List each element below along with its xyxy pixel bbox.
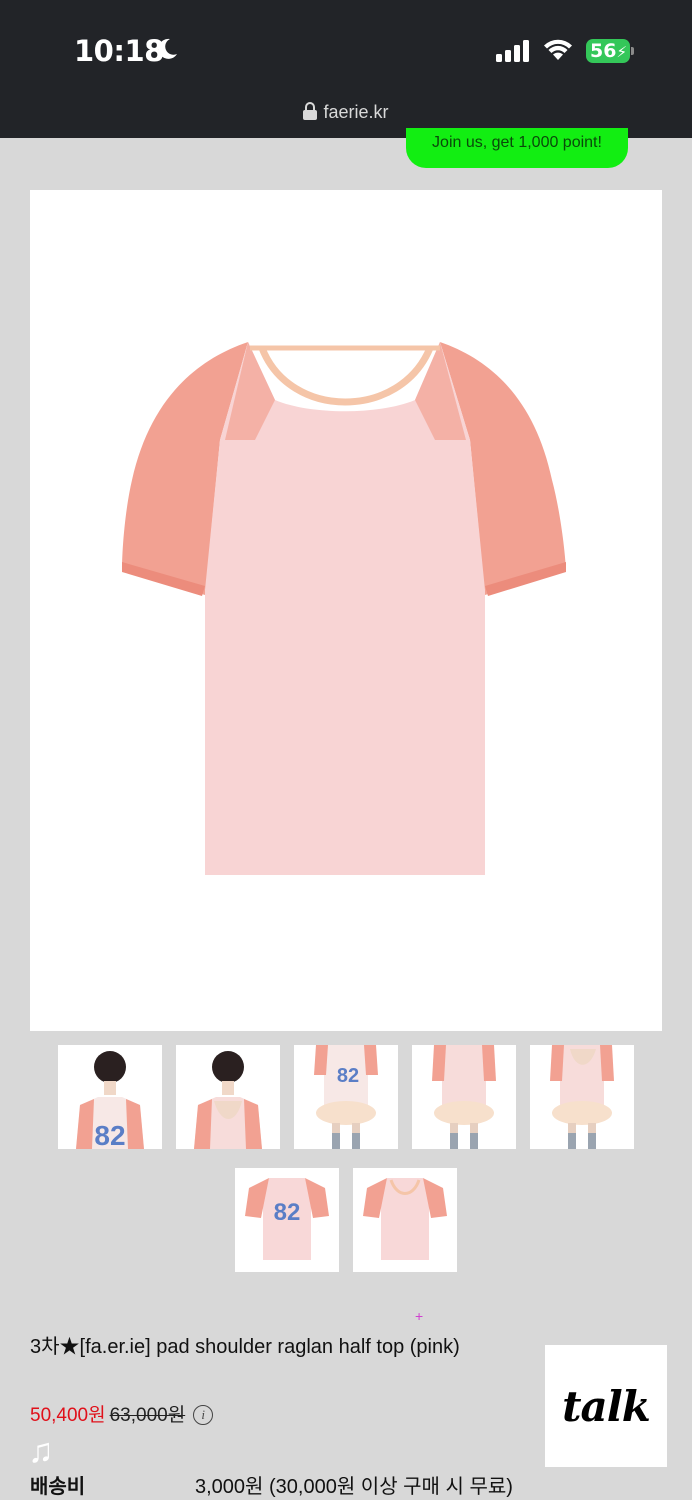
thumbnail-image [176, 1045, 280, 1149]
url-text: faerie.kr [323, 102, 389, 122]
product-title: 3차★[fa.er.ie] pad shoulder raglan half t… [30, 1336, 460, 1358]
talk-label: talk [562, 1381, 651, 1431]
main-product-image[interactable] [30, 190, 662, 1031]
svg-text:82: 82 [337, 1065, 359, 1087]
status-bar: 10:18 56⚡ faerie.kr [0, 0, 692, 138]
thumbnail-image: 82 [235, 1168, 339, 1272]
join-banner-text: Join us, get 1,000 point! [432, 134, 602, 151]
thumbnail-image [353, 1168, 457, 1272]
price-row: 50,400원 63,000원 i [30, 1400, 214, 1427]
thumbnail-model-skirt-side[interactable] [530, 1045, 634, 1149]
thumbnail-image: 82 [294, 1045, 398, 1149]
address-bar[interactable]: faerie.kr [0, 102, 692, 123]
svg-text:82: 82 [94, 1120, 125, 1149]
info-icon[interactable]: i [193, 1405, 214, 1425]
thumbnail-image: 82 [58, 1045, 162, 1149]
shipping-value: 3,000원 (30,000원 이상 구매 시 무료) [195, 1476, 513, 1498]
thumbnail-shirt-back[interactable] [353, 1168, 457, 1272]
thumbnail-shirt-front[interactable]: 82 [235, 1168, 339, 1272]
lock-icon [303, 102, 318, 120]
original-price: 63,000원 [109, 1405, 186, 1426]
plus-marker: + [415, 1308, 424, 1324]
battery-icon: 56⚡ [586, 39, 630, 63]
svg-text:82: 82 [274, 1199, 301, 1226]
join-banner[interactable]: Join us, get 1,000 point! [406, 128, 628, 168]
thumbnail-image [412, 1045, 516, 1149]
music-note-icon[interactable]: ♫ [28, 1432, 54, 1471]
sale-price: 50,400원 [30, 1405, 106, 1426]
moon-icon [158, 38, 177, 59]
shipping-label: 배송비 [30, 1476, 86, 1498]
thumbnail-model-front[interactable]: 82 [58, 1045, 162, 1149]
thumbnail-image [530, 1045, 634, 1149]
shirt-illustration [122, 342, 566, 875]
talk-chat-button[interactable]: talk [545, 1345, 667, 1467]
thumbnail-model-skirt-back[interactable] [412, 1045, 516, 1149]
wifi-icon [544, 39, 572, 60]
signal-icon [496, 40, 529, 62]
thumbnail-model-skirt-front[interactable]: 82 [294, 1045, 398, 1149]
status-time: 10:18 [74, 34, 164, 68]
battery-cap [631, 47, 634, 55]
thumbnail-model-back[interactable] [176, 1045, 280, 1149]
